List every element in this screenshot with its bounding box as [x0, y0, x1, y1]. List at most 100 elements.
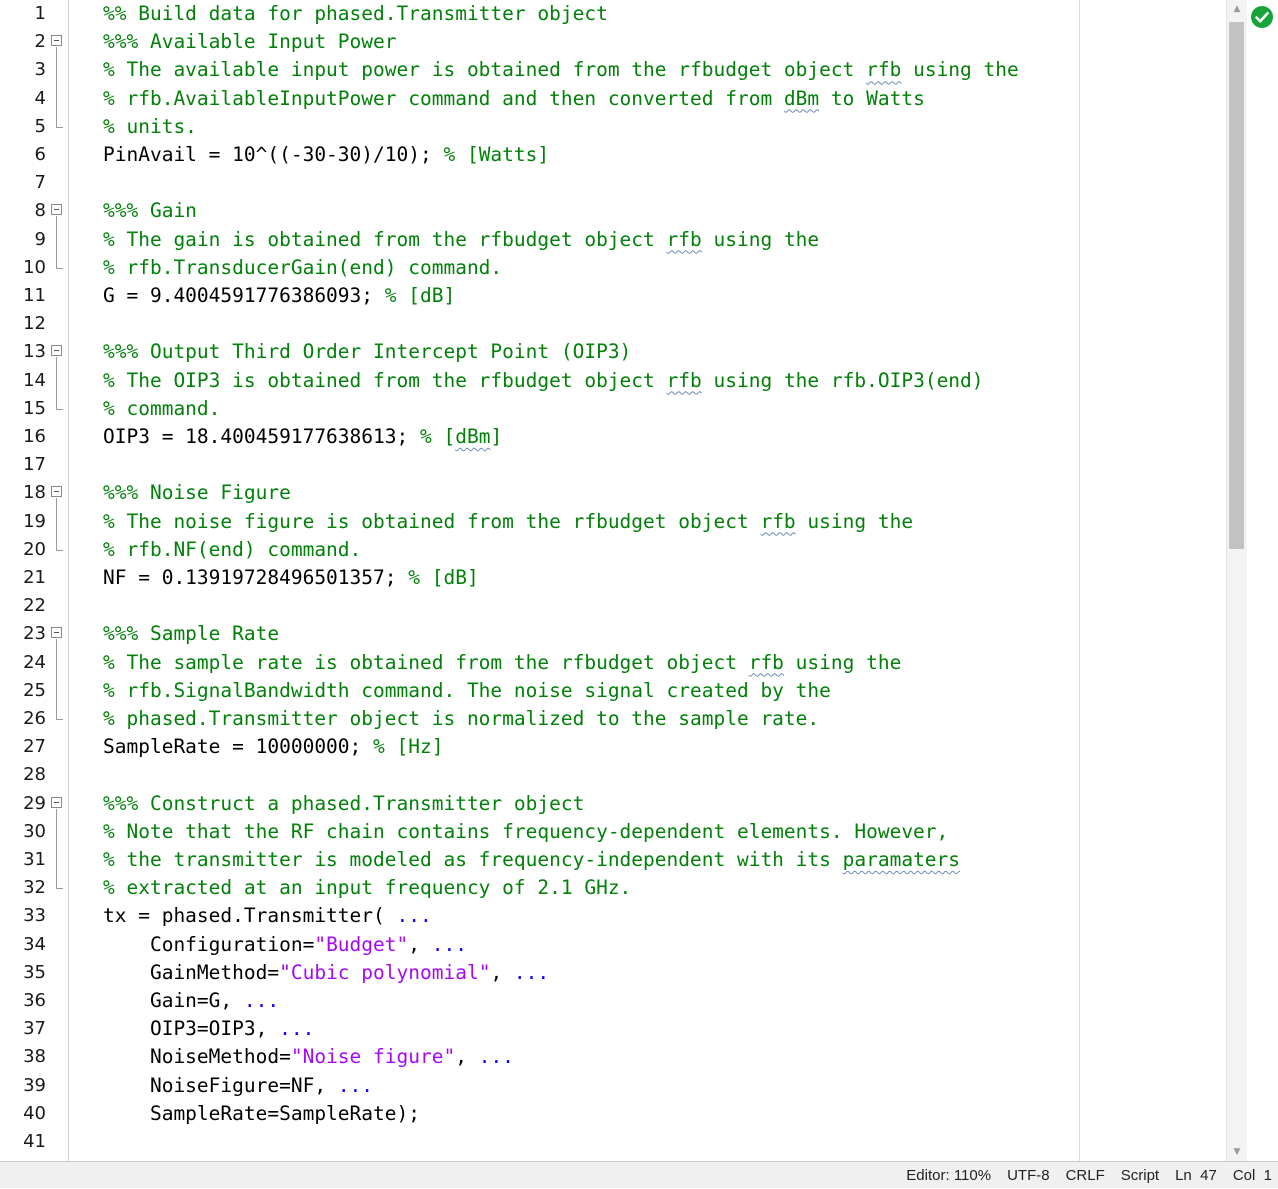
code-line[interactable]: % the transmitter is modeled as frequenc…	[103, 846, 960, 874]
code-line[interactable]: % Note that the RF chain contains freque…	[103, 818, 948, 846]
spelling-warning-token: rfb	[760, 509, 796, 533]
code-token-string: "Noise figure"	[290, 1045, 456, 1069]
gutter-line: 1	[0, 0, 68, 28]
line-number: 10	[23, 256, 46, 278]
code-line[interactable]: % The gain is obtained from the rfbudget…	[103, 226, 819, 254]
code-line[interactable]: %%% Noise Figure	[103, 479, 291, 507]
code-line[interactable]: % The available input power is obtained …	[103, 56, 1019, 84]
code-line[interactable]: OIP3 = 18.400459177638613; % [dBm]	[103, 423, 502, 451]
code-line[interactable]: OIP3=OIP3, ...	[103, 1015, 314, 1043]
code-line[interactable]: tx = phased.Transmitter( ...	[103, 902, 432, 930]
code-line[interactable]: %%% Construct a phased.Transmitter objec…	[103, 790, 584, 818]
code-line[interactable]: % rfb.SignalBandwidth command. The noise…	[103, 677, 831, 705]
code-line[interactable]: G = 9.4004591776386093; % [dB]	[103, 282, 455, 310]
line-number: 21	[23, 567, 46, 588]
line-number: 7	[34, 172, 46, 194]
fold-toggle-icon[interactable]	[51, 204, 62, 216]
gutter-line: 29	[0, 790, 68, 818]
status-encoding[interactable]: UTF-8	[1007, 1162, 1050, 1189]
code-line[interactable]: NoiseMethod="Noise figure", ...	[103, 1043, 514, 1071]
spelling-warning-token: rfb	[866, 58, 902, 82]
code-token-default: tx = phased.Transmitter(	[103, 904, 397, 928]
status-zoom[interactable]: Editor: 110%	[906, 1162, 991, 1189]
line-number: 30	[23, 820, 46, 842]
code-line[interactable]: GainMethod="Cubic polynomial", ...	[103, 959, 549, 987]
code-line[interactable]: %%% Available Input Power	[103, 28, 397, 56]
gutter-line: 6	[0, 141, 68, 169]
gutter-line: 32	[0, 874, 68, 902]
code-token-default: ,	[408, 932, 432, 956]
code-token-comment: % rfb.TransducerGain(end) command.	[103, 255, 503, 279]
code-token-comment: % Note that the RF chain contains freque…	[103, 819, 949, 843]
gutter-line: 26	[0, 705, 68, 733]
gutter-line: 27	[0, 733, 68, 761]
fold-toggle-icon[interactable]	[51, 796, 62, 808]
code-line[interactable]: Gain=G, ...	[103, 987, 279, 1015]
gutter-line: 39	[0, 1072, 68, 1100]
code-line[interactable]: % The sample rate is obtained from the r…	[103, 649, 901, 677]
code-token-cont: ...	[337, 1073, 374, 1097]
check-circle-icon[interactable]	[1250, 5, 1274, 29]
code-token-default: OIP3=OIP3,	[103, 1017, 280, 1041]
gutter-line: 20	[0, 536, 68, 564]
code-token-default: GainMethod=	[103, 960, 280, 984]
gutter-line: 17	[0, 451, 68, 479]
code-token-comment: using the	[701, 227, 820, 251]
fold-toggle-icon[interactable]	[51, 35, 62, 47]
gutter-line: 31	[0, 846, 68, 874]
status-col[interactable]: Col 1	[1233, 1162, 1272, 1189]
line-number: 33	[23, 905, 46, 927]
code-line[interactable]: PinAvail = 10^((-30-30)/10); % [Watts]	[103, 141, 549, 169]
line-number: 32	[23, 877, 46, 899]
line-number: 25	[23, 679, 46, 701]
line-number: 24	[23, 651, 46, 673]
code-line[interactable]: %%% Output Third Order Intercept Point (…	[103, 338, 631, 366]
line-number: 39	[23, 1074, 46, 1096]
gutter-line: 10	[0, 254, 68, 282]
code-token-comment: using the	[795, 509, 914, 533]
scroll-up-arrow-icon[interactable]: ▲	[1227, 0, 1247, 18]
code-line[interactable]: % command.	[103, 395, 220, 423]
status-line-ending[interactable]: CRLF	[1066, 1162, 1105, 1189]
code-line[interactable]: %%% Gain	[103, 197, 197, 225]
gutter-line: 21	[0, 564, 68, 592]
code-line[interactable]: % units.	[103, 113, 197, 141]
fold-toggle-icon[interactable]	[51, 627, 62, 639]
code-line[interactable]: SampleRate=SampleRate);	[103, 1100, 420, 1128]
code-line[interactable]: % The OIP3 is obtained from the rfbudget…	[103, 367, 984, 395]
fold-toggle-icon[interactable]	[51, 486, 62, 498]
line-number-gutter: 1 2 3 4 5 6 7 8 9 10 11 12 13 14 15 16 17 18 19 20 21 22 23 24 2…	[0, 0, 69, 1161]
code-line[interactable]: % The noise figure is obtained from the …	[103, 508, 913, 536]
vertical-scrollbar[interactable]: ▲ ▼	[1226, 0, 1247, 1161]
scroll-down-arrow-icon[interactable]: ▼	[1227, 1143, 1247, 1161]
fold-toggle-icon[interactable]	[51, 345, 62, 357]
code-line[interactable]: Configuration="Budget", ...	[103, 931, 467, 959]
line-number: 11	[23, 285, 46, 306]
code-line[interactable]: %%% Sample Rate	[103, 620, 279, 648]
code-line[interactable]: %% Build data for phased.Transmitter obj…	[103, 0, 608, 28]
scroll-thumb[interactable]	[1229, 22, 1244, 549]
gutter-line: 14	[0, 367, 68, 395]
code-area[interactable]: %% Build data for phased.Transmitter obj…	[69, 0, 1225, 1161]
gutter-line: 35	[0, 959, 68, 987]
status-file-type[interactable]: Script	[1121, 1162, 1159, 1189]
line-number: 23	[23, 623, 46, 645]
code-line[interactable]: SampleRate = 10000000; % [Hz]	[103, 733, 443, 761]
code-editor[interactable]: 1 2 3 4 5 6 7 8 9 10 11 12 13 14 15 16 17 18 19 20 21 22 23 24 2…	[0, 0, 1278, 1161]
gutter-line: 16	[0, 423, 68, 451]
code-line[interactable]: % rfb.NF(end) command.	[103, 536, 361, 564]
code-line[interactable]: NF = 0.13919728496501357; % [dB]	[103, 564, 479, 592]
gutter-line: 24	[0, 649, 68, 677]
code-line[interactable]: % phased.Transmitter object is normalize…	[103, 705, 819, 733]
line-number: 18	[23, 482, 46, 504]
gutter-line: 33	[0, 902, 68, 930]
code-line[interactable]: % rfb.TransducerGain(end) command.	[103, 254, 502, 282]
status-line[interactable]: Ln 47	[1175, 1162, 1217, 1189]
code-line[interactable]: % extracted at an input frequency of 2.1…	[103, 874, 631, 902]
code-line[interactable]: NoiseFigure=NF, ...	[103, 1072, 373, 1100]
code-token-cont: ...	[513, 960, 550, 984]
line-number: 26	[23, 708, 46, 729]
code-token-comment: % [dB]	[408, 566, 479, 589]
gutter-line: 34	[0, 931, 68, 959]
code-line[interactable]: % rfb.AvailableInputPower command and th…	[103, 85, 925, 113]
